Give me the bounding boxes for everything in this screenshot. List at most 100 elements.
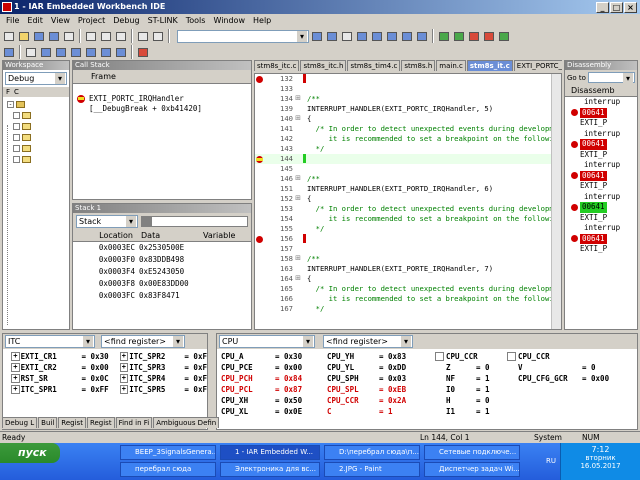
fold-marker[interactable]: ⊞ (293, 194, 303, 204)
code-line[interactable]: 145 (255, 164, 561, 174)
register-row[interactable]: H = 0 (435, 395, 507, 406)
goto-input[interactable] (587, 72, 635, 84)
expand-icon[interactable]: + (11, 363, 20, 372)
register-row[interactable]: + ITC_SPR1 = 0xFF + ITC_SPR5 = 0xF (11, 384, 207, 395)
redo-icon[interactable] (151, 29, 165, 43)
gutter[interactable] (255, 124, 263, 134)
fold-marker[interactable]: ⊞ (293, 174, 303, 184)
tab-debug-log[interactable]: Debug L (2, 417, 38, 428)
fold-marker[interactable]: ⊞ (293, 274, 303, 284)
tab-register-1[interactable]: Regist (58, 417, 86, 428)
expand-icon[interactable]: + (119, 363, 129, 372)
undo-icon[interactable] (136, 29, 150, 43)
stack-select[interactable]: Stack (76, 215, 138, 228)
register-row[interactable]: + EXTI_CR1 = 0x30 + ITC_SPR2 = 0xF (11, 351, 207, 362)
close-button[interactable]: × (624, 2, 637, 13)
disasm-row[interactable]: EXTI_P (565, 181, 637, 192)
register-row[interactable]: CPU_CCR (507, 351, 637, 362)
find-register-input[interactable]: <find register> (101, 335, 185, 348)
cut-icon[interactable] (84, 29, 98, 43)
compile-icon[interactable] (437, 29, 451, 43)
next-bookmark-icon[interactable] (370, 29, 384, 43)
code-line[interactable]: 132 (255, 74, 561, 84)
fold-marker[interactable]: ⊞ (293, 254, 303, 264)
register-row[interactable]: CPU_XL = 0x0E (221, 406, 327, 417)
disasm-row[interactable]: EXTI_P (565, 244, 637, 255)
menu-debug[interactable]: Debug (109, 14, 143, 28)
gutter[interactable] (255, 174, 263, 184)
debug-icon[interactable] (497, 29, 511, 43)
code-line[interactable]: 133 (255, 84, 561, 94)
disasm-row[interactable]: 00641 (565, 233, 637, 244)
gutter[interactable] (571, 130, 578, 137)
workspace-tree[interactable]: - (3, 97, 69, 167)
stop-build-icon[interactable] (467, 29, 481, 43)
fold-marker[interactable]: ⊞ (293, 114, 303, 124)
start-button[interactable]: пуск (0, 443, 60, 463)
register-row[interactable]: Z = 0 (435, 362, 507, 373)
menu-file[interactable]: File (2, 14, 23, 28)
gutter[interactable] (255, 144, 263, 154)
code-line[interactable]: 164 ⊞ { (255, 274, 561, 284)
call-stack-row[interactable]: [__DebugBreak + 0xb41420] (77, 104, 251, 114)
menu-tools[interactable]: Tools (182, 14, 210, 28)
step-over-icon[interactable] (39, 45, 53, 59)
code-line[interactable]: 146 ⊞ /** (255, 174, 561, 184)
expand-icon[interactable]: + (11, 352, 20, 361)
print-icon[interactable] (62, 29, 76, 43)
code-line[interactable]: 166 it is recommended to set a breakpoin… (255, 294, 561, 304)
register-row[interactable]: C = 1 (327, 406, 435, 417)
go-icon[interactable] (114, 45, 128, 59)
register-row[interactable]: NF = 1 (435, 373, 507, 384)
find-prev-icon[interactable] (325, 29, 339, 43)
tab-stm8s-tim4-c[interactable]: stm8s_tim4.c (347, 60, 401, 71)
register-row[interactable]: CPU_PCL = 0x87 (221, 384, 327, 395)
workspace-mode-select[interactable]: Debug (5, 72, 67, 85)
disasm-row[interactable]: interrup (565, 160, 637, 171)
register-row[interactable]: CPU_CCR = 0x2A (327, 395, 435, 406)
gutter[interactable] (255, 214, 263, 224)
expand-icon[interactable] (435, 352, 444, 361)
disasm-row[interactable]: interrup (565, 192, 637, 203)
disasm-row[interactable]: 00641 (565, 202, 637, 213)
minimize-button[interactable]: _ (596, 2, 609, 13)
disasm-row[interactable]: 00641 (565, 170, 637, 181)
menu-view[interactable]: View (47, 14, 74, 28)
tab-stm8s-itc-h[interactable]: stm8s_itc.h (300, 60, 347, 71)
gutter[interactable] (255, 134, 263, 144)
make-icon[interactable] (452, 29, 466, 43)
gutter[interactable] (255, 254, 263, 264)
prev-bookmark-icon[interactable] (385, 29, 399, 43)
tab-function-nav[interactable]: EXTI_PORTC_IRQHz (513, 60, 562, 71)
disasm-row[interactable]: EXTI_P (565, 213, 637, 224)
expand-icon[interactable]: + (119, 352, 129, 361)
tab-stm8s-h[interactable]: stm8s.h (401, 60, 436, 71)
tab-stm8s-itc-c[interactable]: stm8s_itc.c (254, 60, 300, 71)
gutter[interactable] (255, 304, 263, 314)
gutter[interactable] (255, 184, 263, 194)
taskbar-button[interactable]: перебрал сюда (120, 462, 216, 477)
tab-ambiguous[interactable]: Ambiguous Defin (153, 417, 220, 428)
expand-icon[interactable]: + (119, 385, 129, 394)
register-row[interactable]: + EXTI_CR2 = 0x00 + ITC_SPR3 = 0xF (11, 362, 207, 373)
code-line[interactable]: 139 INTERRUPT_HANDLER(EXTI_PORTC_IRQHandl… (255, 104, 561, 114)
disasm-row[interactable]: 00641 (565, 139, 637, 150)
register-row[interactable]: CPU_YH = 0x83 (327, 351, 435, 362)
expand-icon[interactable] (507, 352, 516, 361)
step-into-icon[interactable] (54, 45, 68, 59)
taskbar-button[interactable]: Диспетчер задач Wi... (424, 462, 520, 477)
call-stack-row[interactable]: EXTI_PORTC_IRQHandler (77, 94, 251, 104)
register-row[interactable]: I1 = 1 (435, 406, 507, 417)
breakpoint-icon[interactable] (571, 109, 578, 117)
taskbar-button[interactable]: D:\перебрал сюда\п... (324, 445, 420, 460)
code-line[interactable]: 134 ⊞ /** (255, 94, 561, 104)
code-line[interactable]: 153 /* In order to detect unexpected eve… (255, 204, 561, 214)
tab-build[interactable]: Buil (38, 417, 58, 428)
menu-help[interactable]: Help (249, 14, 275, 28)
gutter[interactable] (571, 151, 578, 158)
gutter[interactable] (255, 104, 263, 114)
code-line[interactable]: 157 (255, 244, 561, 254)
register-row[interactable]: CPU_SPH = 0x03 (327, 373, 435, 384)
breakpoint-icon[interactable] (571, 172, 578, 180)
gutter[interactable] (255, 204, 263, 214)
